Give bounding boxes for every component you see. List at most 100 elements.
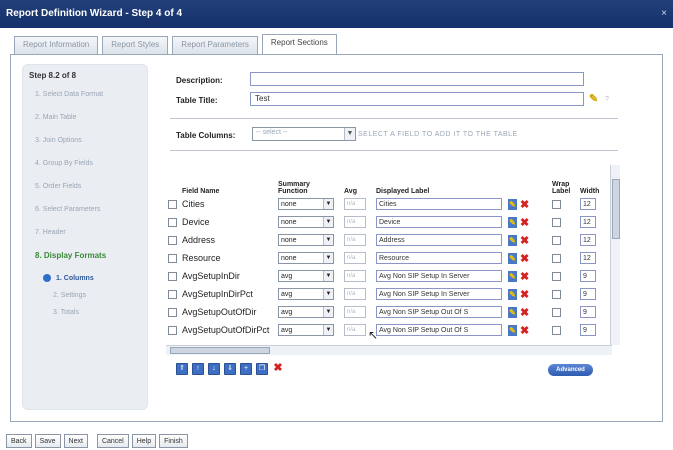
row-checkbox[interactable] [168,254,177,264]
displayed-label-field[interactable]: Cities [376,198,502,210]
table-columns-select[interactable]: -- select -- ▼ [252,127,356,141]
step-item[interactable]: 5. Order Fields [35,182,141,191]
delete-icon[interactable]: ✖ [520,288,529,301]
substep-item[interactable]: 3. Totals [53,309,141,316]
displayed-label-field[interactable]: Resource [376,252,502,264]
step-item[interactable]: 1. Select Data Format [35,90,141,99]
scroll-thumb[interactable] [170,347,270,354]
avg-field[interactable]: n/a [344,324,366,336]
advanced-button[interactable]: Advanced [548,364,593,376]
edit-icon[interactable]: ✎ [508,270,517,282]
avg-field[interactable]: n/a [344,252,366,264]
delete-all-icon[interactable]: ✖ [272,363,284,375]
tab-report-styles[interactable]: Report Styles [102,36,169,54]
edit-icon[interactable]: ✎ [508,288,517,300]
delete-icon[interactable]: ✖ [520,324,529,337]
step-item[interactable]: 3. Join Options [35,136,141,145]
add-column-icon[interactable]: + [240,363,252,375]
chevron-down-icon[interactable]: ▼ [323,289,333,299]
delete-icon[interactable]: ✖ [520,198,529,211]
step-item[interactable]: 4. Group By Fields [35,159,141,168]
row-checkbox[interactable] [168,308,177,318]
summary-function-select[interactable]: avg ▼ [278,288,334,300]
width-field[interactable]: 9 [580,288,596,300]
avg-field[interactable]: n/a [344,270,366,282]
width-field[interactable]: 9 [580,324,596,336]
delete-icon[interactable]: ✖ [520,252,529,265]
summary-function-select[interactable]: none ▼ [278,252,334,264]
avg-field[interactable]: n/a [344,198,366,210]
wrap-label-checkbox[interactable] [552,290,561,300]
chevron-down-icon[interactable]: ▼ [323,217,333,227]
delete-icon[interactable]: ✖ [520,270,529,283]
summary-function-select[interactable]: avg ▼ [278,270,334,282]
vertical-scrollbar[interactable] [610,165,620,345]
chevron-down-icon[interactable]: ▼ [323,271,333,281]
delete-icon[interactable]: ✖ [520,234,529,247]
delete-icon[interactable]: ✖ [520,306,529,319]
row-checkbox[interactable] [168,326,177,336]
chevron-down-icon[interactable]: ▼ [323,235,333,245]
delete-icon[interactable]: ✖ [520,216,529,229]
edit-icon[interactable]: ✎ [508,234,517,246]
summary-function-select[interactable]: none ▼ [278,234,334,246]
substep-item[interactable]: 2. Settings [53,292,141,299]
tab-report-parameters[interactable]: Report Parameters [172,36,258,54]
summary-function-select[interactable]: avg ▼ [278,306,334,318]
finish-button[interactable]: Finish [159,434,188,448]
description-field[interactable] [250,72,584,86]
chevron-down-icon[interactable]: ▼ [323,307,333,317]
width-field[interactable]: 9 [580,270,596,282]
save-button[interactable]: Save [34,434,61,448]
width-field[interactable]: 12 [580,252,596,264]
move-top-icon[interactable]: ⇑ [176,363,188,375]
wrap-label-checkbox[interactable] [552,308,561,318]
edit-icon[interactable]: ✎ [508,216,517,228]
step-item[interactable]: 6. Select Parameters [35,205,141,214]
avg-field[interactable]: n/a [344,216,366,228]
displayed-label-field[interactable]: Avg Non SIP Setup Out Of S [376,306,502,318]
summary-function-select[interactable]: none ▼ [278,198,334,210]
close-icon[interactable]: × [661,8,667,19]
displayed-label-field[interactable]: Avg Non SIP Setup In Server [376,288,502,300]
width-field[interactable]: 12 [580,198,596,210]
summary-function-select[interactable]: none ▼ [278,216,334,228]
help-icon[interactable]: ? [605,96,609,103]
cancel-button[interactable]: Cancel [96,434,129,448]
step-item-current[interactable]: 8. Display Formats [35,251,141,260]
back-button[interactable]: Back [6,434,32,448]
move-bottom-icon[interactable]: ⇓ [224,363,236,375]
row-checkbox[interactable] [168,272,177,282]
width-field[interactable]: 9 [580,306,596,318]
tab-report-sections[interactable]: Report Sections [261,34,337,54]
row-checkbox[interactable] [168,236,177,246]
help-button[interactable]: Help [131,434,157,448]
edit-pencil-icon[interactable]: ✎ [589,92,598,105]
summary-function-select[interactable]: avg ▼ [278,324,334,336]
width-field[interactable]: 12 [580,234,596,246]
edit-icon[interactable]: ✎ [508,252,517,264]
wrap-label-checkbox[interactable] [552,254,561,264]
scroll-thumb[interactable] [612,179,620,239]
wrap-label-checkbox[interactable] [552,272,561,282]
avg-field[interactable]: n/a [344,306,366,318]
horizontal-scrollbar[interactable] [166,345,612,355]
copy-icon[interactable]: ❐ [256,363,268,375]
chevron-down-icon[interactable]: ▼ [323,199,333,209]
chevron-down-icon[interactable]: ▼ [323,325,333,335]
edit-icon[interactable]: ✎ [508,324,517,336]
chevron-down-icon[interactable]: ▼ [323,253,333,263]
displayed-label-field[interactable]: Avg Non SIP Setup In Server [376,270,502,282]
tab-report-information[interactable]: Report Information [14,36,99,54]
step-item[interactable]: 7. Header [35,228,141,237]
row-checkbox[interactable] [168,200,177,210]
substep-current[interactable]: 1. Columns [43,274,141,282]
displayed-label-field[interactable]: Device [376,216,502,228]
avg-field[interactable]: n/a [344,234,366,246]
avg-field[interactable]: n/a [344,288,366,300]
chevron-down-icon[interactable]: ▼ [344,128,355,140]
step-item[interactable]: 2. Main Table [35,113,141,122]
displayed-label-field[interactable]: Avg Non SIP Setup Out Of S [376,324,502,336]
displayed-label-field[interactable]: Address [376,234,502,246]
next-button[interactable]: Next [63,434,88,448]
